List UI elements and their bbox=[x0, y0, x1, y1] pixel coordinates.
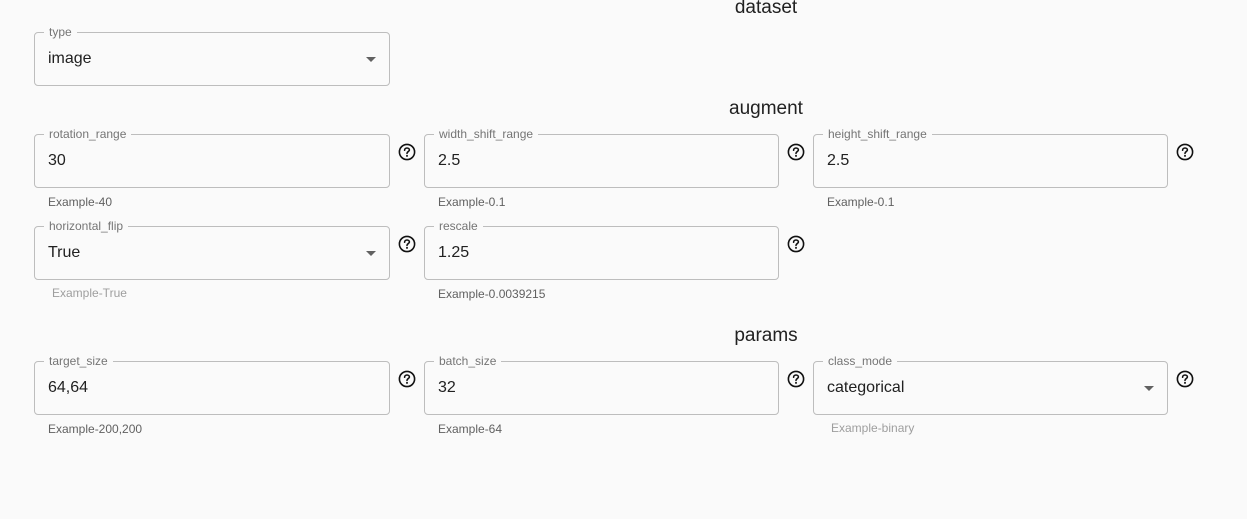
type-select[interactable]: type image bbox=[34, 25, 390, 86]
rescale-label: rescale bbox=[434, 219, 483, 233]
help-circle-icon[interactable] bbox=[787, 235, 805, 253]
height-shift-range-input[interactable]: height_shift_range 2.5 bbox=[813, 127, 1168, 188]
class-mode-label: class_mode bbox=[823, 354, 898, 368]
target-size-helper: Example-200,200 bbox=[48, 422, 143, 436]
rotation-range-value: 30 bbox=[48, 152, 66, 169]
rescale-input[interactable]: rescale 1.25 bbox=[424, 219, 779, 280]
horizontal-flip-helper: Example-True bbox=[52, 286, 127, 300]
target-size-label: target_size bbox=[44, 354, 113, 368]
height-shift-range-label: height_shift_range bbox=[823, 127, 932, 141]
help-circle-icon[interactable] bbox=[787, 370, 805, 388]
target-size-value: 64,64 bbox=[48, 379, 89, 396]
height-shift-range-helper: Example-0.1 bbox=[827, 195, 895, 209]
rotation-range-label: rotation_range bbox=[44, 127, 132, 141]
arrow-drop-down-icon bbox=[366, 57, 376, 62]
help-circle-icon[interactable] bbox=[398, 370, 416, 388]
width-shift-range-helper: Example-0.1 bbox=[438, 195, 506, 209]
class-mode-helper: Example-binary bbox=[831, 421, 915, 435]
horizontal-flip-value: True bbox=[48, 244, 81, 261]
width-shift-range-input[interactable]: width_shift_range 2.5 bbox=[424, 127, 779, 188]
help-circle-icon[interactable] bbox=[787, 143, 805, 161]
width-shift-range-label: width_shift_range bbox=[434, 127, 539, 141]
help-circle-icon[interactable] bbox=[1176, 143, 1194, 161]
type-label: type bbox=[44, 25, 77, 39]
batch-size-value: 32 bbox=[438, 379, 456, 396]
class-mode-select[interactable]: class_mode categorical bbox=[813, 354, 1168, 415]
type-value: image bbox=[48, 50, 92, 67]
height-shift-range-value: 2.5 bbox=[827, 152, 850, 169]
width-shift-range-value: 2.5 bbox=[438, 152, 461, 169]
batch-size-label: batch_size bbox=[434, 354, 502, 368]
rescale-value: 1.25 bbox=[438, 244, 470, 261]
target-size-input[interactable]: target_size 64,64 bbox=[34, 354, 390, 415]
section-title-augment: augment bbox=[729, 98, 803, 119]
class-mode-value: categorical bbox=[827, 379, 905, 396]
batch-size-helper: Example-64 bbox=[438, 422, 503, 436]
rotation-range-input[interactable]: rotation_range 30 bbox=[34, 127, 390, 188]
horizontal-flip-label: horizontal_flip bbox=[44, 219, 129, 233]
rotation-range-helper: Example-40 bbox=[48, 195, 113, 209]
section-title-params: params bbox=[734, 325, 798, 346]
horizontal-flip-select[interactable]: horizontal_flip True bbox=[34, 219, 390, 280]
rescale-helper: Example-0.0039215 bbox=[438, 287, 546, 301]
section-title-dataset: dataset bbox=[734, 0, 798, 18]
help-circle-icon[interactable] bbox=[1176, 370, 1194, 388]
help-circle-icon[interactable] bbox=[398, 235, 416, 253]
batch-size-input[interactable]: batch_size 32 bbox=[424, 354, 779, 415]
arrow-drop-down-icon bbox=[1144, 386, 1154, 391]
help-circle-icon[interactable] bbox=[398, 143, 416, 161]
arrow-drop-down-icon bbox=[366, 251, 376, 256]
